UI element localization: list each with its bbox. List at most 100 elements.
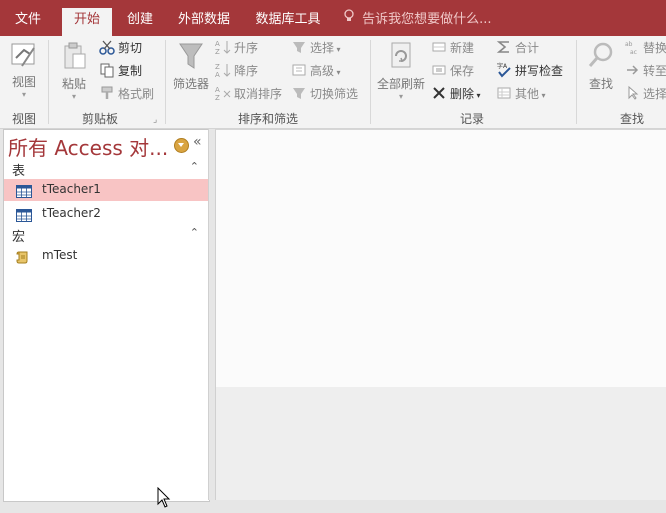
group-sort-filter-label: 排序和筛选 <box>237 112 298 126</box>
format-painter-button[interactable]: 格式刷 <box>99 84 154 104</box>
spelling-check-icon: 字A <box>496 62 512 78</box>
table-icon <box>16 183 32 202</box>
toggle-filter-button[interactable]: 切换筛选 <box>291 84 358 104</box>
group-find-label: 查找 <box>619 112 644 126</box>
toggle-filter-label: 切换筛选 <box>310 87 359 101</box>
remove-sort-label: 取消排序 <box>234 87 283 101</box>
nav-item-tteacher1[interactable]: tTeacher1 <box>4 179 209 201</box>
remove-sort-button[interactable]: A Z 取消排序 <box>215 84 282 104</box>
ribbon: 视图 ▾ 视图 粘贴 ▾ 剪切 复制 格式刷 剪贴板 ⌟ 筛选器 A Z 升序 ZA… <box>0 36 666 129</box>
chevron-down-icon: ▾ <box>334 45 341 54</box>
magnifier-icon <box>582 40 620 75</box>
group-records-label: 记录 <box>459 112 484 126</box>
paste-button[interactable]: 粘贴 ▾ <box>54 40 94 102</box>
group-separator <box>576 40 577 124</box>
svg-text:ac: ac <box>630 49 637 55</box>
select-button[interactable]: 选择 <box>624 84 666 104</box>
view-button[interactable]: 视图 ▾ <box>6 40 42 100</box>
navigation-pane: 所有 Access 对... « 表 ⌃ tTeacher1 tTeacher2… <box>3 129 210 508</box>
find-label: 查找 <box>588 77 613 91</box>
nav-group-label: 宏 <box>12 230 26 245</box>
sigma-icon <box>496 39 512 55</box>
refresh-icon <box>374 40 428 75</box>
new-record-button[interactable]: 新建 <box>431 38 474 58</box>
group-separator <box>48 40 49 124</box>
selection-filter-button[interactable]: 选择 ▾ <box>291 38 341 58</box>
replace-icon: ab ac <box>624 39 640 56</box>
advanced-filter-icon <box>291 62 307 78</box>
nav-item-label: mTest <box>42 248 78 262</box>
sort-descending-button[interactable]: Z A 降序 <box>215 61 258 81</box>
view-icon <box>6 40 42 73</box>
lightbulb-icon <box>344 8 358 32</box>
nav-pane-menu-icon[interactable] <box>174 138 189 153</box>
goto-label: 转至 <box>643 64 666 78</box>
chevron-up-icon[interactable]: ⌃ <box>190 160 199 173</box>
svg-text:A: A <box>215 71 220 78</box>
totals-label: 合计 <box>515 41 540 55</box>
refresh-all-button[interactable]: 全部刷新 ▾ <box>374 40 428 102</box>
remove-sort-icon: AZ <box>215 85 231 102</box>
group-views-label: 视图 <box>11 112 36 126</box>
cut-label: 剪切 <box>118 41 143 55</box>
paste-clipboard-icon <box>54 40 94 75</box>
tab-database-tools[interactable]: 数据库工具 <box>248 8 328 36</box>
nav-group-tables[interactable]: 表 ⌃ <box>4 159 209 179</box>
selection-funnel-icon <box>291 39 307 55</box>
nav-pane-title[interactable]: 所有 Access 对... <box>8 132 168 161</box>
nav-item-tteacher2[interactable]: tTeacher2 <box>4 203 209 225</box>
group-clipboard-label: 剪贴板 <box>81 112 118 126</box>
sort-descending-icon: ZA <box>215 62 231 79</box>
dialog-launcher-icon[interactable]: ⌟ <box>153 115 157 125</box>
totals-button[interactable]: 合计 <box>496 38 539 58</box>
delete-record-button[interactable]: 删除 ▾ <box>431 84 481 104</box>
copy-label: 复制 <box>118 64 143 78</box>
more-button[interactable]: 其他 ▾ <box>496 84 546 104</box>
nav-item-label: tTeacher1 <box>42 182 101 196</box>
advanced-filter-button[interactable]: 高级 ▾ <box>291 61 341 81</box>
tell-me-text: 告诉我您想要做什么... <box>362 12 492 27</box>
tab-create[interactable]: 创建 <box>116 8 164 36</box>
filter-button[interactable]: 筛选器 <box>170 40 212 92</box>
chevron-up-icon[interactable]: ⌃ <box>190 226 199 239</box>
svg-text:Z: Z <box>215 94 220 101</box>
cut-button[interactable]: 剪切 <box>99 38 142 58</box>
nav-item-label: tTeacher2 <box>42 206 101 220</box>
advanced-label: 高级 <box>310 64 335 78</box>
nav-group-label: 表 <box>12 164 26 179</box>
sort-ascending-button[interactable]: A Z 升序 <box>215 38 258 58</box>
sort-ascending-icon: AZ <box>215 39 231 56</box>
goto-button[interactable]: 转至 <box>624 61 666 81</box>
refresh-all-label: 全部刷新 <box>376 77 425 91</box>
copy-button[interactable]: 复制 <box>99 61 142 81</box>
svg-text:Z: Z <box>215 48 220 55</box>
mouse-pointer-icon <box>157 486 171 513</box>
arrow-right-icon <box>624 62 640 78</box>
chevron-down-icon: ▾ <box>334 68 341 77</box>
replace-label: 替换 <box>643 41 666 55</box>
toggle-filter-icon <box>291 85 307 101</box>
table-icon <box>16 207 32 226</box>
nav-group-macros[interactable]: 宏 ⌃ <box>4 225 209 245</box>
spelling-label: 拼写检查 <box>515 64 564 78</box>
nav-item-mtest[interactable]: mTest <box>4 245 209 267</box>
save-icon <box>431 62 447 78</box>
document-area-lower <box>215 387 666 500</box>
format-painter-label: 格式刷 <box>118 87 155 101</box>
tab-file[interactable]: 文件 <box>4 8 52 36</box>
spelling-button[interactable]: 字A 拼写检查 <box>496 61 563 81</box>
tab-home[interactable]: 开始 <box>62 8 112 36</box>
svg-text:A: A <box>215 40 220 48</box>
sort-descending-label: 降序 <box>234 64 259 78</box>
save-record-button[interactable]: 保存 <box>431 61 474 81</box>
find-button[interactable]: 查找 <box>582 40 620 92</box>
svg-text:Z: Z <box>215 63 220 71</box>
ribbon-tab-bar: 文件 开始 创建 外部数据 数据库工具 告诉我您想要做什么... <box>0 0 666 36</box>
replace-button[interactable]: ab ac 替换 <box>624 38 666 58</box>
tab-external-data[interactable]: 外部数据 <box>172 8 236 36</box>
collapse-pane-icon[interactable]: « <box>193 134 202 150</box>
brush-icon <box>99 85 115 101</box>
tell-me-box[interactable]: 告诉我您想要做什么... <box>344 8 492 32</box>
sort-ascending-label: 升序 <box>234 41 259 55</box>
chevron-down-icon: ▾ <box>539 91 546 100</box>
